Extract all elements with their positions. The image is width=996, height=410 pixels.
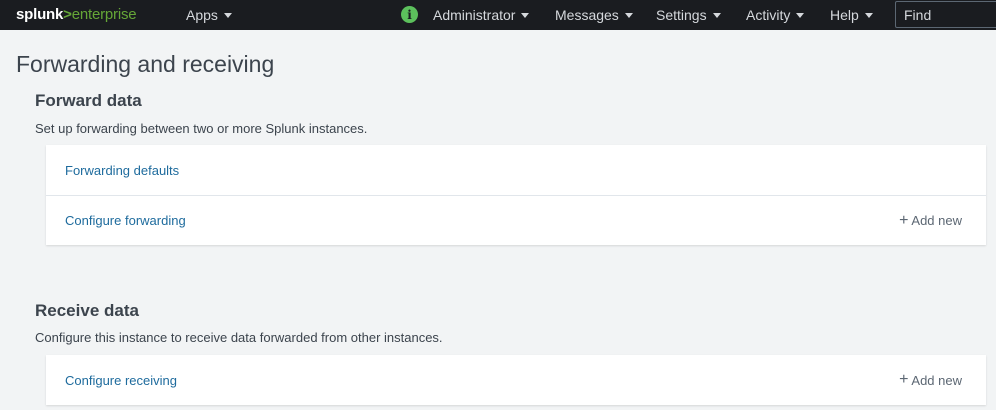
chevron-down-icon bbox=[521, 13, 530, 18]
chevron-down-icon bbox=[712, 13, 721, 18]
list-item: Configure receiving + Add new bbox=[46, 355, 986, 405]
list-item: Configure forwarding + Add new bbox=[46, 195, 986, 245]
chevron-down-icon bbox=[223, 13, 232, 18]
messages-menu-label: Messages bbox=[555, 7, 619, 23]
forwarding-defaults-link[interactable]: Forwarding defaults bbox=[65, 163, 179, 178]
page-title: Forwarding and receiving bbox=[16, 51, 275, 77]
administrator-menu[interactable]: Administrator bbox=[433, 0, 530, 30]
settings-menu[interactable]: Settings bbox=[656, 0, 721, 30]
logo-product: enterprise bbox=[71, 6, 137, 23]
activity-menu-label: Activity bbox=[746, 7, 791, 23]
chevron-down-icon bbox=[796, 13, 805, 18]
top-nav-bar: splunk>enterprise Apps i Administrator M… bbox=[0, 0, 996, 30]
activity-menu[interactable]: Activity bbox=[746, 0, 805, 30]
configure-receiving-link[interactable]: Configure receiving bbox=[65, 373, 177, 388]
splunk-logo[interactable]: splunk>enterprise bbox=[16, 6, 137, 23]
configure-forwarding-link[interactable]: Configure forwarding bbox=[65, 213, 186, 228]
info-circle-icon[interactable]: i bbox=[401, 6, 418, 23]
list-item: Forwarding defaults bbox=[46, 145, 986, 195]
receive-data-description: Configure this instance to receive data … bbox=[35, 330, 443, 345]
add-new-label: Add new bbox=[911, 372, 962, 388]
messages-menu[interactable]: Messages bbox=[555, 0, 633, 30]
forward-data-title: Forward data bbox=[35, 91, 142, 110]
help-menu[interactable]: Help bbox=[830, 0, 873, 30]
logo-caret: > bbox=[63, 6, 72, 23]
plus-icon: + bbox=[899, 371, 909, 388]
apps-menu-label: Apps bbox=[186, 7, 218, 23]
info-glyph: i bbox=[407, 7, 412, 22]
add-new-receiving-button[interactable]: + Add new bbox=[899, 372, 962, 388]
receive-data-title: Receive data bbox=[35, 301, 139, 320]
settings-menu-label: Settings bbox=[656, 7, 707, 23]
forward-data-description: Set up forwarding between two or more Sp… bbox=[35, 121, 368, 136]
receive-data-panel: Configure receiving + Add new bbox=[46, 355, 986, 405]
administrator-menu-label: Administrator bbox=[433, 7, 516, 23]
help-menu-label: Help bbox=[830, 7, 859, 23]
chevron-down-icon bbox=[864, 13, 873, 18]
add-new-forwarding-button[interactable]: + Add new bbox=[899, 211, 962, 229]
find-placeholder: Find bbox=[904, 7, 932, 23]
forward-data-panel: Forwarding defaults Configure forwarding… bbox=[46, 145, 986, 245]
chevron-down-icon bbox=[624, 13, 633, 18]
apps-menu[interactable]: Apps bbox=[186, 0, 232, 30]
plus-icon: + bbox=[899, 211, 909, 229]
add-new-label: Add new bbox=[911, 213, 962, 228]
find-input[interactable]: Find bbox=[895, 1, 996, 28]
logo-brand: splunk bbox=[16, 6, 64, 23]
